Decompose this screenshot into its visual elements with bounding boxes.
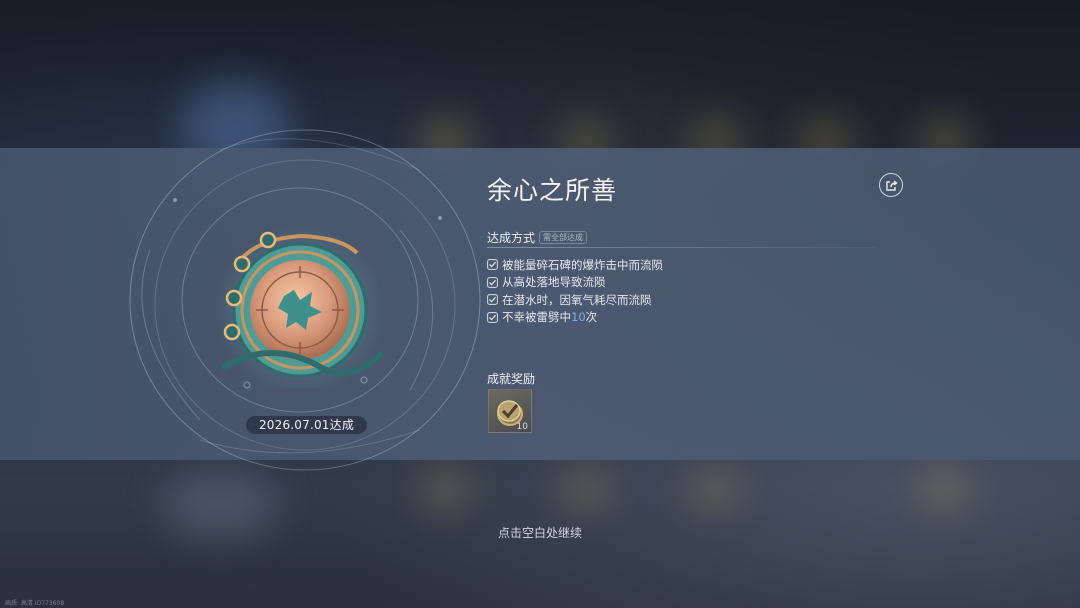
continue-hint[interactable]: 点击空白处继续 bbox=[0, 524, 1080, 541]
achievement-title: 余心之所善 bbox=[487, 176, 618, 205]
condition-text: 被能量碎石碑的爆炸击中而流陨 bbox=[502, 257, 663, 272]
watermark: 画质: 高清 ID773608 bbox=[5, 600, 65, 607]
check-icon bbox=[487, 294, 498, 306]
compass-medal-icon bbox=[215, 225, 385, 388]
game-screen[interactable]: 2026.07.01达成 余心之所善 达成方式 需全部达成 被能量碎石碑的爆炸击… bbox=[0, 0, 1080, 608]
condition-text-part: 次 bbox=[585, 310, 598, 325]
condition-text: 从高处落地导致流陨 bbox=[502, 275, 606, 290]
divider bbox=[487, 247, 877, 248]
condition-text: 在潜水时，因氧气耗尽而流陨 bbox=[502, 292, 652, 307]
condition-item: 从高处落地导致流陨 bbox=[487, 274, 663, 292]
reward-label: 成就奖励 bbox=[487, 372, 536, 386]
check-icon bbox=[487, 276, 498, 288]
reward-item[interactable]: 10 bbox=[488, 389, 532, 433]
share-button[interactable] bbox=[879, 173, 903, 197]
condition-item: 被能量碎石碑的爆炸击中而流陨 bbox=[487, 256, 663, 274]
condition-item: 在潜水时，因氧气耗尽而流陨 bbox=[487, 291, 663, 309]
check-icon bbox=[487, 311, 498, 323]
condition-text-part: 不幸被雷劈中 bbox=[502, 310, 571, 325]
conditions-header: 达成方式 需全部达成 bbox=[487, 229, 588, 246]
check-icon bbox=[487, 259, 498, 271]
conditions-tag: 需全部达成 bbox=[539, 231, 588, 244]
share-icon bbox=[885, 179, 898, 191]
condition-text: 不幸被雷劈中10次 bbox=[502, 309, 597, 325]
achieved-date-badge: 2026.07.01达成 bbox=[246, 416, 367, 434]
reward-count: 10 bbox=[516, 422, 528, 432]
conditions-label: 达成方式 bbox=[487, 231, 536, 245]
condition-count: 10 bbox=[571, 310, 586, 325]
condition-item: 不幸被雷劈中10次 bbox=[487, 309, 663, 327]
conditions-list: 被能量碎石碑的爆炸击中而流陨 从高处落地导致流陨 在潜水时，因氧气耗尽而流陨 不… bbox=[487, 256, 663, 326]
